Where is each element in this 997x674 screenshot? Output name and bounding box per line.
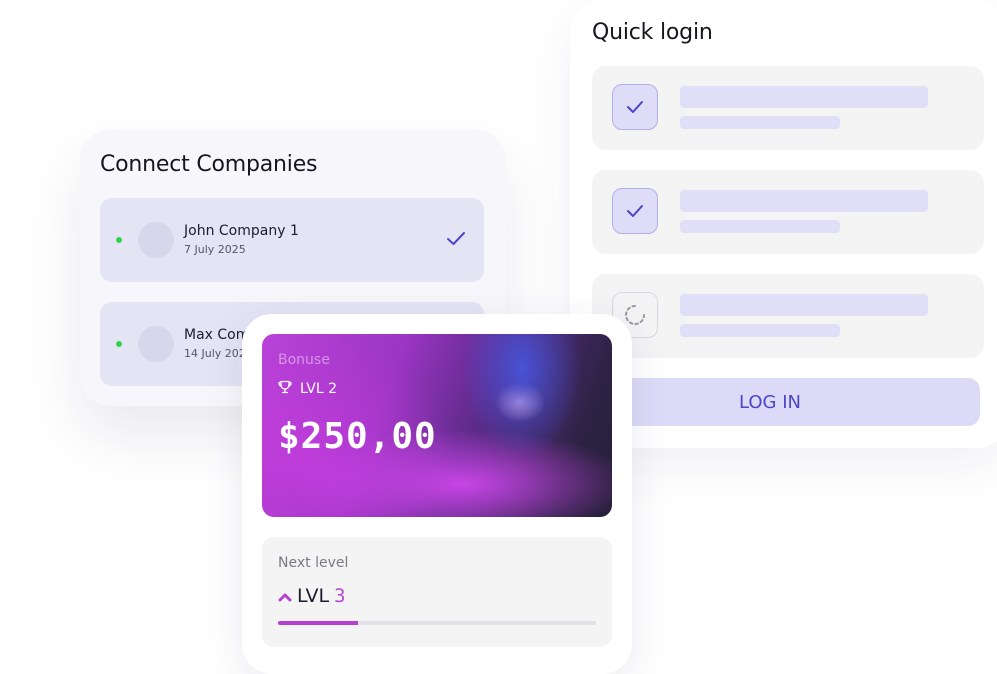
quick-login-account-row[interactable] xyxy=(592,170,984,254)
placeholder-line xyxy=(680,116,840,129)
level-progress-bar xyxy=(278,621,596,625)
level-progress-fill xyxy=(278,621,358,625)
quick-login-title: Quick login xyxy=(592,20,713,45)
placeholder-line xyxy=(680,220,840,233)
bonus-amount: $250,00 xyxy=(278,416,437,457)
bonus-level: LVL 2 xyxy=(278,380,337,398)
bonus-label: Bonuse xyxy=(278,352,330,368)
chevron-up-icon xyxy=(278,585,292,607)
placeholder-line xyxy=(680,294,928,316)
next-level-box: Next level LVL 3 xyxy=(262,537,612,647)
trophy-icon xyxy=(278,380,292,398)
placeholder-line xyxy=(680,190,928,212)
check-icon[interactable] xyxy=(612,188,658,234)
placeholder-line xyxy=(680,324,840,337)
connect-companies-title: Connect Companies xyxy=(100,152,318,177)
placeholder-line xyxy=(680,86,928,108)
next-level-number: 3 xyxy=(334,585,346,607)
next-level-prefix: LVL xyxy=(297,585,330,607)
check-icon xyxy=(446,231,466,251)
bonus-level-text: LVL 2 xyxy=(300,381,337,397)
company-name: John Company 1 xyxy=(184,223,299,239)
quick-login-account-row[interactable] xyxy=(592,274,984,358)
avatar xyxy=(138,222,174,258)
next-level-label: Next level xyxy=(278,555,349,571)
bonus-card: Bonuse LVL 2 $250,00 xyxy=(262,334,612,517)
company-list-item[interactable]: John Company 1 7 July 2025 xyxy=(100,198,484,282)
online-status-dot xyxy=(116,237,122,243)
check-icon[interactable] xyxy=(612,84,658,130)
company-date: 7 July 2025 xyxy=(184,243,246,256)
quick-login-account-row[interactable] xyxy=(592,66,984,150)
next-level-value: LVL 3 xyxy=(278,585,346,607)
online-status-dot xyxy=(116,341,122,347)
avatar xyxy=(138,326,174,362)
